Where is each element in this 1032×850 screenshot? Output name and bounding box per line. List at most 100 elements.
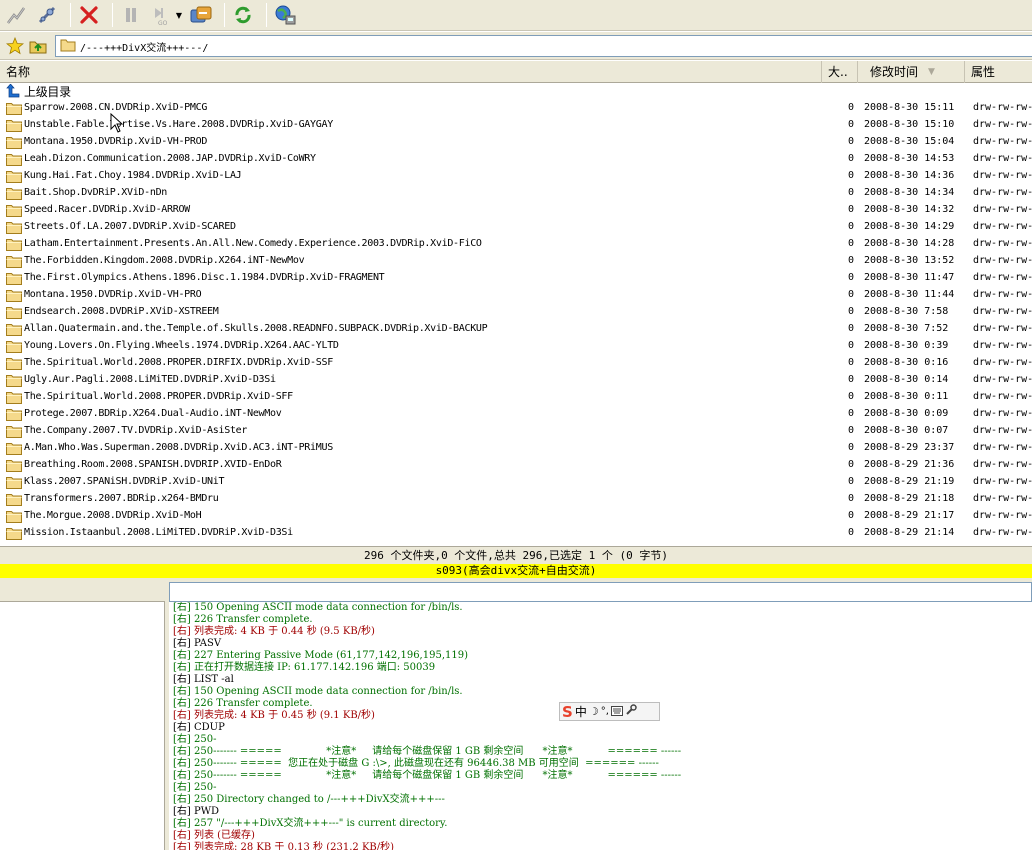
- file-modified: 2008-8-30 14:53: [864, 153, 955, 164]
- table-row[interactable]: Ugly.Aur.Pagli.2008.LiMiTED.DVDRiP.XviD-…: [0, 372, 1032, 389]
- parent-folder-up-icon[interactable]: [29, 37, 47, 58]
- file-size: 0: [847, 136, 854, 147]
- mouse-cursor-icon: [110, 112, 124, 136]
- folder-icon: [6, 204, 22, 220]
- table-row[interactable]: The.Spiritual.World.2008.PROPER.DVDRip.X…: [0, 389, 1032, 406]
- file-size: 0: [847, 374, 854, 385]
- go-icon[interactable]: GO: [149, 2, 175, 28]
- table-row[interactable]: The.Spiritual.World.2008.PROPER.DIRFIX.D…: [0, 355, 1032, 372]
- file-size: 0: [847, 170, 854, 181]
- file-modified: 2008-8-30 11:47: [864, 272, 955, 283]
- refresh-icon[interactable]: [230, 2, 256, 28]
- table-row[interactable]: Breathing.Room.2008.SPANISH.DVDRIP.XVID-…: [0, 457, 1032, 474]
- file-modified: 2008-8-29 21:19: [864, 476, 955, 487]
- file-modified: 2008-8-29 21:17: [864, 510, 955, 521]
- file-status-summary: 296 个文件夹,0 个文件,总共 296,已选定 1 个 (0 字节): [363, 549, 669, 562]
- file-modified: 2008-8-30 14:28: [864, 238, 955, 249]
- transfer-icon[interactable]: [188, 2, 214, 28]
- folder-icon: [6, 442, 22, 458]
- ime-mode-label[interactable]: 中: [575, 703, 587, 720]
- folder-icon: [6, 119, 22, 135]
- file-name: Speed.Racer.DVDRip.XviD-ARROW: [24, 204, 190, 215]
- file-attributes: drw-rw-rw-: [973, 459, 1032, 470]
- folder-icon: [6, 272, 22, 288]
- table-row[interactable]: Streets.Of.LA.2007.DVDRiP.XviD-SCARED 0 20…: [0, 219, 1032, 236]
- table-row[interactable]: The.Company.2007.TV.DVDRip.XviD-AsiSter 0…: [0, 423, 1032, 440]
- table-row[interactable]: Klass.2007.SPANiSH.DVDRiP.XviD-UNiT 0 2008…: [0, 474, 1032, 491]
- address-bar: /---+++DivX交流+++---/: [0, 32, 1032, 60]
- log-pane[interactable]: [右] 150 Opening ASCII mode data connecti…: [169, 602, 1032, 850]
- toolbar-separator: [224, 3, 225, 27]
- table-row[interactable]: The.Forbidden.Kingdom.2008.DVDRip.X264.i…: [0, 253, 1032, 270]
- file-attributes: drw-rw-rw-: [973, 187, 1032, 198]
- table-row[interactable]: Montana.1950.DVDRip.XviD-VH-PRO 0 2008-8-3…: [0, 287, 1032, 304]
- up-arrow-icon: [6, 83, 20, 101]
- quick-connect-icon[interactable]: [34, 2, 60, 28]
- disconnect-icon[interactable]: [76, 2, 102, 28]
- address-path-input[interactable]: /---+++DivX交流+++---/: [55, 35, 1032, 57]
- table-row[interactable]: Allan.Quatermain.and.the.Temple.of.Skull…: [0, 321, 1032, 338]
- table-row[interactable]: Young.Lovers.On.Flying.Wheels.1974.DVDRi…: [0, 338, 1032, 355]
- table-row[interactable]: Leah.Dizon.Communication.2008.JAP.DVDRip…: [0, 151, 1032, 168]
- folder-icon: [6, 527, 22, 543]
- column-header-name[interactable]: 名称: [0, 61, 822, 83]
- site-manager-icon[interactable]: [272, 2, 298, 28]
- file-name: Sparrow.2008.CN.DVDRip.XviD-PMCG: [24, 102, 208, 113]
- file-attributes: drw-rw-rw-: [973, 306, 1032, 317]
- table-row[interactable]: Bait.Shop.DvDRiP.XViD-nDn 0 2008-8-30 14:3…: [0, 185, 1032, 202]
- chevron-down-icon[interactable]: ▼: [175, 2, 183, 28]
- file-size: 0: [847, 289, 854, 300]
- ime-punctuation-icon[interactable]: °,: [601, 706, 609, 717]
- ime-toolbar[interactable]: S 中 ☽ °,: [559, 702, 660, 721]
- table-row[interactable]: Unstable.Fable.Tortise.Vs.Hare.2008.DVDR…: [0, 117, 1032, 134]
- file-attributes: drw-rw-rw-: [973, 527, 1032, 538]
- table-row[interactable]: Latham.Entertainment.Presents.An.All.New…: [0, 236, 1032, 253]
- file-size: 0: [847, 238, 854, 249]
- table-row[interactable]: Protege.2007.BDRip.X264.Dual-Audio.iNT-N…: [0, 406, 1032, 423]
- table-row[interactable]: Kung.Hai.Fat.Choy.1984.DVDRip.XviD-LAJ 0 2…: [0, 168, 1032, 185]
- file-size: 0: [847, 119, 854, 130]
- favorites-star-icon[interactable]: [5, 36, 25, 58]
- file-modified: 2008-8-30 7:58: [864, 306, 949, 317]
- table-row[interactable]: The.Morgue.2008.DVDRip.XviD-MoH 0 2008-8-2…: [0, 508, 1032, 525]
- ime-moon-icon[interactable]: ☽: [589, 705, 599, 718]
- command-input[interactable]: [169, 582, 1032, 602]
- file-size: 0: [847, 204, 854, 215]
- table-row[interactable]: Transformers.2007.BDRip.x264-BMDru 0 2008-…: [0, 491, 1032, 508]
- file-name: A.Man.Who.Was.Superman.2008.DVDRip.XviD.…: [24, 442, 333, 453]
- file-size: 0: [847, 493, 854, 504]
- file-name: Leah.Dizon.Communication.2008.JAP.DVDRip…: [24, 153, 316, 164]
- ime-keyboard-icon[interactable]: [610, 705, 623, 719]
- log-line: [右] 250-: [173, 734, 217, 745]
- column-header-attributes[interactable]: 属性: [965, 61, 1032, 83]
- toolbar-separator: [112, 3, 113, 27]
- column-header-modified[interactable]: 修改时间 ▼: [858, 61, 965, 83]
- table-row[interactable]: Speed.Racer.DVDRip.XviD-ARROW 0 2008-8-30 …: [0, 202, 1032, 219]
- table-row[interactable]: Montana.1950.DVDRip.XviD-VH-PROD 0 2008-8-…: [0, 134, 1032, 151]
- log-line: [右] 列表 (已缓存): [173, 830, 255, 841]
- file-modified: 2008-8-30 0:39: [864, 340, 949, 351]
- ime-wrench-icon[interactable]: [625, 704, 637, 719]
- table-row[interactable]: Endsearch.2008.DVDRiP.XViD-XSTREEM 0 2008-…: [0, 304, 1032, 321]
- queue-pane[interactable]: [0, 602, 165, 850]
- file-size: 0: [847, 510, 854, 521]
- table-row[interactable]: Sparrow.2008.CN.DVDRip.XviD-PMCG 0 2008-8-…: [0, 100, 1032, 117]
- table-row[interactable]: A.Man.Who.Was.Superman.2008.DVDRip.XviD.…: [0, 440, 1032, 457]
- file-size: 0: [847, 408, 854, 419]
- pause-icon[interactable]: [118, 2, 144, 28]
- file-size: 0: [847, 527, 854, 538]
- folder-icon: [6, 357, 22, 373]
- connect-icon[interactable]: [3, 2, 29, 28]
- file-modified: 2008-8-30 0:07: [864, 425, 949, 436]
- folder-icon: [6, 323, 22, 339]
- table-row[interactable]: Mission.Istaanbul.2008.LiMiTED.DVDRiP.Xv…: [0, 525, 1032, 542]
- column-header-size[interactable]: 大..: [822, 61, 858, 83]
- svg-text:GO: GO: [158, 20, 168, 26]
- parent-directory-row[interactable]: 上级目录: [0, 83, 1032, 100]
- file-size: 0: [847, 102, 854, 113]
- file-attributes: drw-rw-rw-: [973, 119, 1032, 130]
- file-size: 0: [847, 255, 854, 266]
- folder-icon: [6, 153, 22, 169]
- table-row[interactable]: The.First.Olympics.Athens.1896.Disc.1.19…: [0, 270, 1032, 287]
- file-name: Montana.1950.DVDRip.XviD-VH-PRO: [24, 289, 202, 300]
